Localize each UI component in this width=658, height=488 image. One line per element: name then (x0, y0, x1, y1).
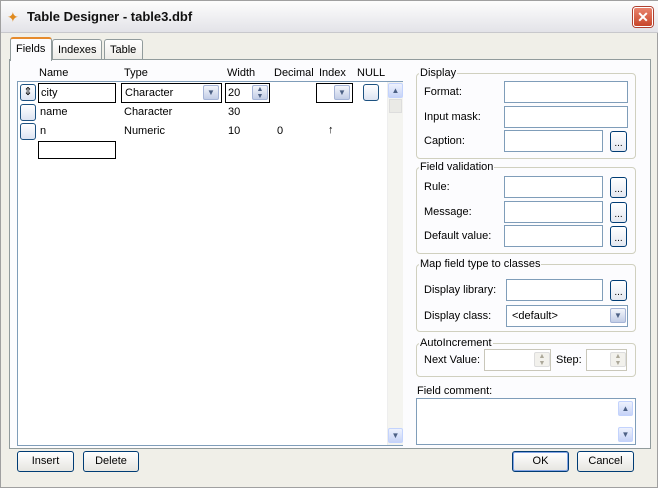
chevron-down-icon[interactable]: ▼ (334, 85, 350, 100)
rule-builder-button[interactable]: ... (610, 177, 627, 198)
new-field-input[interactable] (38, 141, 116, 159)
display-library-label: Display library: (424, 284, 497, 296)
table-designer-window: ✦ Table Designer - table3.dbf ✕ Fields I… (0, 0, 658, 488)
type-cell[interactable]: Numeric (124, 125, 165, 137)
title-bar: ✦ Table Designer - table3.dbf ✕ (1, 1, 658, 33)
display-library-builder-button[interactable]: ... (610, 280, 627, 301)
chevron-down-icon[interactable]: ▼ (203, 85, 219, 100)
row-selector[interactable] (20, 104, 36, 121)
type-select[interactable]: Character ▼ (121, 83, 222, 103)
tab-indexes[interactable]: Indexes (52, 39, 102, 60)
next-value-spinner[interactable]: ▲ ▼ (484, 349, 551, 371)
default-value-builder-button[interactable]: ... (610, 226, 627, 247)
message-builder-button[interactable]: ... (610, 202, 627, 223)
display-library-input[interactable] (506, 279, 603, 301)
delete-button[interactable]: Delete (83, 451, 139, 472)
type-value: Character (125, 87, 174, 99)
header-index: Index (319, 67, 346, 79)
header-width: Width (227, 67, 256, 79)
caption-builder-button[interactable]: ... (610, 131, 627, 152)
app-fox-icon: ✦ (7, 9, 19, 25)
rule-input[interactable] (504, 176, 603, 198)
width-spinner[interactable]: 20 ▲ ▼ (225, 83, 270, 103)
window-title: Table Designer - table3.dbf (27, 9, 193, 24)
ok-button[interactable]: OK (512, 451, 569, 472)
null-checkbox[interactable] (363, 84, 379, 101)
input-mask-input[interactable] (504, 106, 628, 128)
index-ascending-icon[interactable]: ↑ (328, 124, 334, 136)
map-classes-title: Map field type to classes (419, 258, 542, 270)
chevron-down-icon[interactable]: ▼ (610, 308, 626, 323)
spinner-arrows-icon[interactable]: ▲ ▼ (610, 352, 626, 367)
header-type: Type (124, 67, 148, 79)
input-mask-label: Input mask: (424, 111, 481, 123)
display-group-title: Display (419, 67, 458, 79)
default-value-input[interactable] (504, 225, 603, 247)
step-label: Step: (556, 354, 582, 366)
width-cell[interactable]: 30 (228, 106, 240, 118)
name-cell[interactable]: n (40, 125, 46, 137)
width-value: 20 (228, 87, 241, 99)
cancel-button[interactable]: Cancel (577, 451, 634, 472)
close-button[interactable]: ✕ (633, 7, 653, 27)
scroll-thumb[interactable] (389, 99, 402, 113)
decimal-cell[interactable]: 0 (277, 125, 283, 137)
caption-input[interactable] (504, 130, 603, 152)
display-class-select[interactable]: <default> ▼ (506, 305, 628, 327)
vertical-scrollbar[interactable]: ▲ ▼ (387, 82, 403, 445)
field-comment-label: Field comment: (417, 385, 493, 397)
scroll-down-icon[interactable]: ▼ (618, 427, 633, 442)
tab-table[interactable]: Table (104, 39, 143, 60)
caption-label: Caption: (424, 135, 465, 147)
step-spinner[interactable]: ▲ ▼ (586, 349, 627, 371)
index-select[interactable]: ▼ (316, 83, 353, 103)
field-comment-textarea[interactable]: ▲ ▼ (416, 398, 636, 445)
display-class-label: Display class: (424, 310, 492, 322)
fields-grid: ⇕ city Character ▼ 20 ▲ ▼ ▼ name Character … (17, 81, 403, 446)
name-input[interactable]: city (38, 83, 116, 103)
display-class-value: <default> (512, 310, 558, 322)
row-selector[interactable] (20, 123, 36, 140)
message-label: Message: (424, 206, 472, 218)
autoincrement-title: AutoIncrement (419, 337, 493, 349)
scroll-up-icon[interactable]: ▲ (618, 401, 633, 416)
row-move-handle-icon[interactable]: ⇕ (20, 84, 36, 101)
type-cell[interactable]: Character (124, 106, 172, 118)
next-value-label: Next Value: (424, 354, 481, 366)
name-cell[interactable]: name (40, 106, 68, 118)
field-validation-title: Field validation (419, 161, 495, 173)
spinner-arrows-icon[interactable]: ▲ ▼ (252, 85, 268, 100)
format-input[interactable] (504, 81, 628, 103)
scroll-down-icon[interactable]: ▼ (388, 428, 403, 443)
insert-button[interactable]: Insert (17, 451, 74, 472)
default-value-label: Default value: (424, 230, 492, 242)
header-name: Name (39, 67, 69, 79)
width-cell[interactable]: 10 (228, 125, 240, 137)
spinner-arrows-icon[interactable]: ▲ ▼ (534, 352, 550, 367)
format-label: Format: (424, 86, 462, 98)
header-decimal: Decimal (274, 67, 314, 79)
tab-fields[interactable]: Fields (10, 37, 52, 61)
scroll-up-icon[interactable]: ▲ (388, 83, 403, 98)
header-null: NULL (357, 67, 386, 79)
message-input[interactable] (504, 201, 603, 223)
rule-label: Rule: (424, 181, 450, 193)
